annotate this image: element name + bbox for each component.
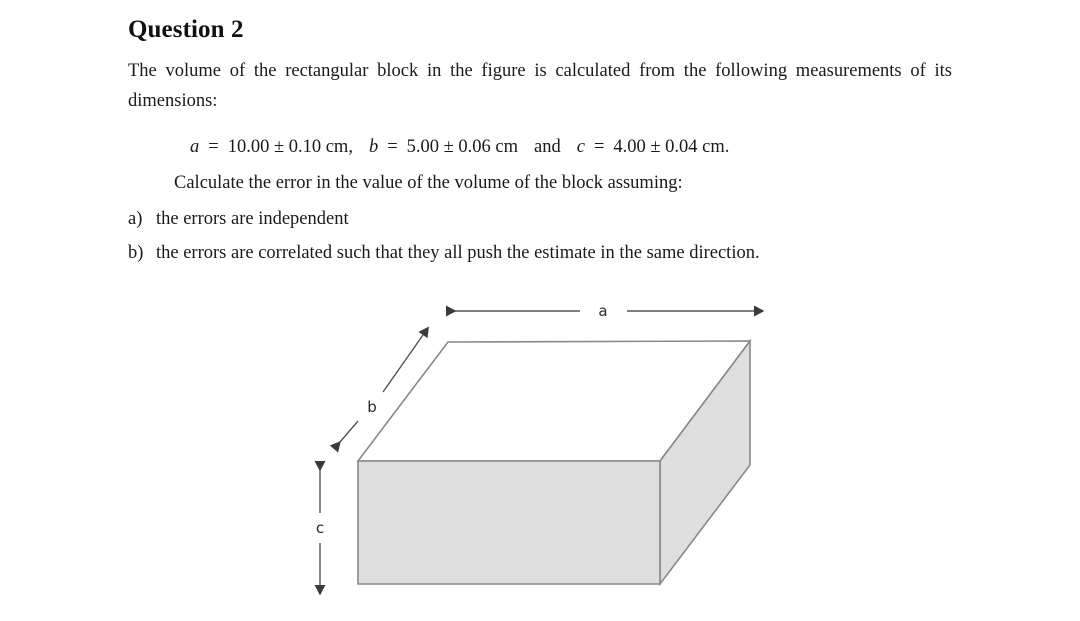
equation-value-a: 10.00 ± 0.10 cm, xyxy=(227,137,353,158)
equation-value-c: 4.00 ± 0.04 cm. xyxy=(613,137,730,158)
list-text-a: the errors are independent xyxy=(156,209,349,230)
equation-eq-b: = xyxy=(387,137,398,158)
list-marker-b: b) xyxy=(128,243,144,264)
intro-paragraph: The volume of the rectangular block in t… xyxy=(128,61,952,112)
equation-var-b: b xyxy=(368,137,379,158)
equation-eq-c: = xyxy=(593,137,605,158)
equation-var-c: c xyxy=(576,137,585,158)
dimension-b-label: b xyxy=(367,398,377,416)
options-list: a) the errors are independent b) the err… xyxy=(128,205,952,269)
page-title: Question 2 xyxy=(128,16,244,43)
dimension-a-label: a xyxy=(598,302,607,320)
question-content: Question 2 The volume of the rectangular… xyxy=(128,14,952,273)
rectangular-block-figure: a b c xyxy=(280,285,800,615)
document-page: Question 2 The volume of the rectangular… xyxy=(0,0,1080,621)
equation-value-b: 5.00 ± 0.06 cm xyxy=(406,137,519,158)
list-marker-a: a) xyxy=(128,209,143,230)
block-diagram-svg: a b c xyxy=(314,302,765,596)
equation-var-a: a xyxy=(190,137,200,158)
equation-conjunction: and xyxy=(534,137,561,158)
block-front-face xyxy=(357,460,661,585)
list-text-b: the errors are correlated such that they… xyxy=(156,243,760,264)
list-item-a: a) the errors are independent xyxy=(128,205,952,235)
list-item-b: b) the errors are correlated such that t… xyxy=(128,239,952,269)
dimension-c-label: c xyxy=(316,519,324,537)
equation-eq-a: = xyxy=(208,137,219,158)
measurements-equation: a = 10.00 ± 0.10 cm, b = 5.00 ± 0.06 cm and c = 4… xyxy=(128,133,952,163)
instruction-line: Calculate the error in the value of the … xyxy=(174,172,683,193)
dimension-b-arrow-lower xyxy=(329,420,359,453)
